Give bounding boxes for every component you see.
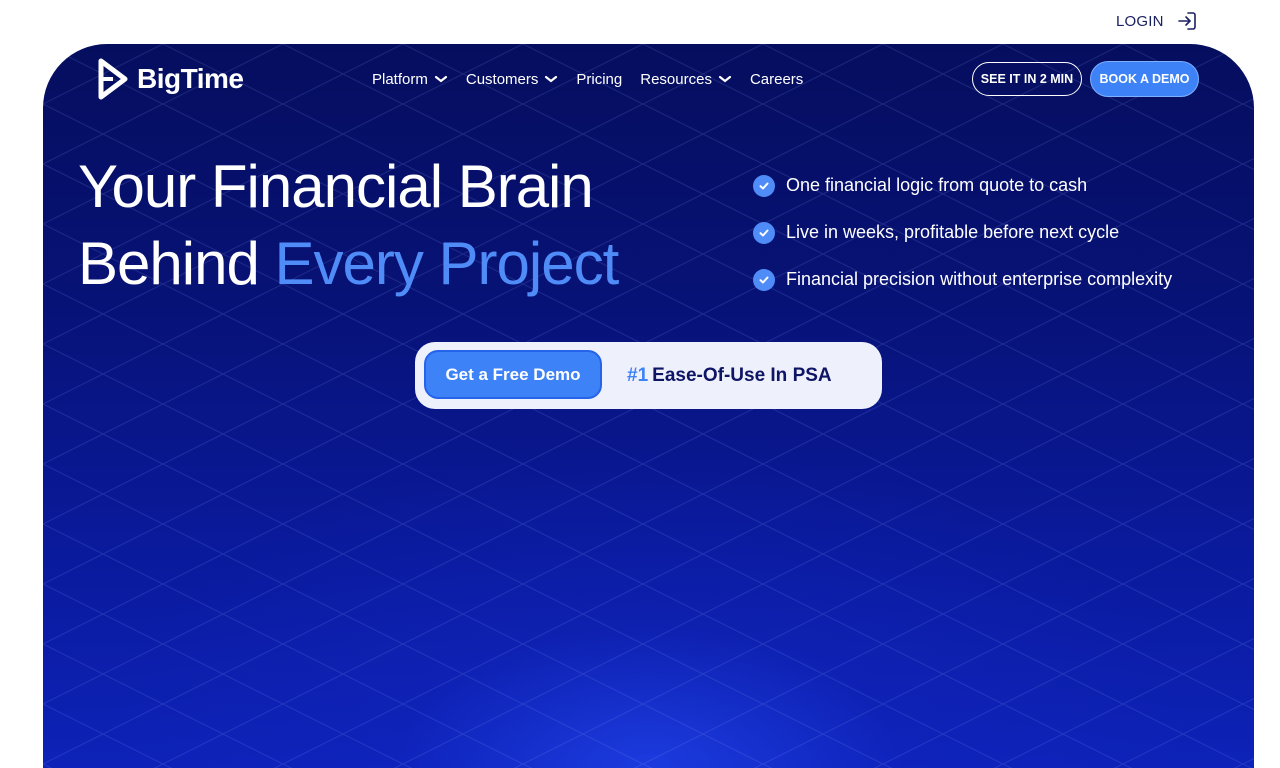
nav-item-customers[interactable]: Customers (466, 71, 559, 88)
get-free-demo-button[interactable]: Get a Free Demo (424, 350, 602, 399)
hero-headline: Your Financial Brain Behind Every Projec… (78, 148, 620, 302)
chevron-down-icon (718, 75, 732, 83)
checklist-text: Financial precision without enterprise c… (786, 269, 1173, 289)
login-label: LOGIN (1116, 12, 1164, 30)
login-arrow-icon (1177, 12, 1196, 30)
nav-label: Resources (640, 70, 712, 88)
checklist-item: Live in weeks, profitable before next cy… (753, 209, 1172, 256)
nav-label: Customers (465, 70, 539, 88)
book-a-demo-button[interactable]: BOOK A DEMO (1090, 61, 1199, 97)
main-nav: Platform Customers Pricing Resources Car… (372, 68, 821, 90)
check-circle-icon (753, 174, 775, 197)
chevron-down-icon (545, 75, 558, 83)
brand-logo[interactable]: BigTime (97, 57, 244, 101)
hero-section: BigTime Platform Customers Pricing Resou… (43, 44, 1254, 768)
ease-of-use-badge: #1 Ease-Of-Use In PSA (627, 342, 832, 409)
check-circle-icon (753, 221, 775, 244)
nav-item-platform[interactable]: Platform (372, 71, 448, 88)
benefits-checklist: One financial logic from quote to cash L… (753, 162, 1172, 303)
nav-label: Careers (749, 70, 804, 88)
cta-pill: Get a Free Demo #1 Ease-Of-Use In PSA (415, 342, 882, 409)
login-link[interactable]: LOGIN (1116, 8, 1198, 34)
badge-rank: #1 (627, 364, 649, 386)
nav-label: Platform (372, 70, 428, 88)
checklist-item: One financial logic from quote to cash (753, 162, 1172, 209)
checklist-text: One financial logic from quote to cash (786, 175, 1088, 195)
nav-item-careers[interactable]: Careers (750, 71, 803, 88)
nav-item-resources[interactable]: Resources (640, 71, 732, 88)
see-it-in-2-min-button[interactable]: SEE IT IN 2 MIN (972, 62, 1082, 96)
chevron-down-icon (434, 75, 447, 83)
bigtime-play-logo-icon (98, 58, 128, 100)
badge-text: Ease-Of-Use In PSA (652, 364, 832, 386)
headline-line-2-plain: Behind (78, 230, 275, 297)
nav-item-pricing[interactable]: Pricing (576, 71, 622, 88)
nav-label: Pricing (576, 70, 623, 88)
check-circle-icon (753, 268, 775, 291)
headline-line-2-accent: Every Project (274, 230, 620, 297)
checklist-text: Live in weeks, profitable before next cy… (786, 222, 1120, 242)
headline-line-1: Your Financial Brain (78, 153, 594, 220)
checklist-item: Financial precision without enterprise c… (753, 256, 1172, 303)
brand-name: BigTime (137, 63, 244, 94)
top-utility-bar: LOGIN (0, 0, 1280, 44)
